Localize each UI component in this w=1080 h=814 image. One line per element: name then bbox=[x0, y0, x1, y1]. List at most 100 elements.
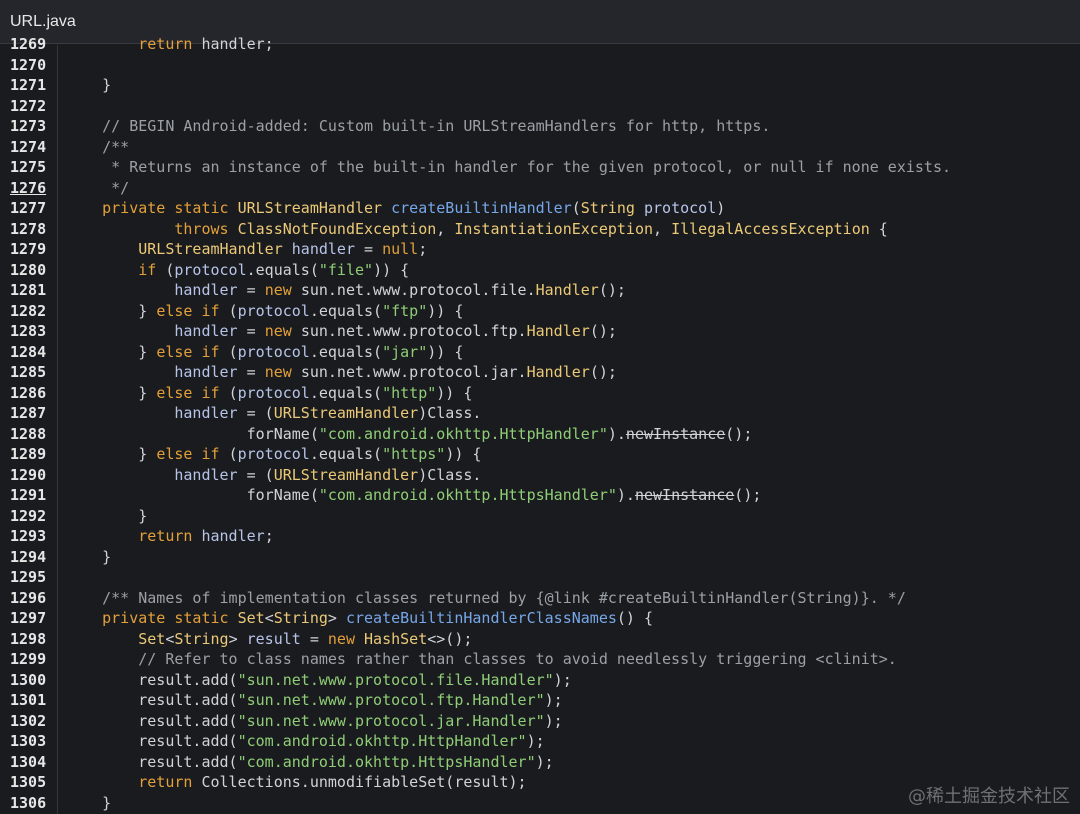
code-line[interactable]: 1291 forName("com.android.okhttp.HttpsHa… bbox=[0, 485, 1080, 506]
code-line[interactable]: 1292 } bbox=[0, 506, 1080, 527]
code-line[interactable]: 1300 result.add("sun.net.www.protocol.fi… bbox=[0, 670, 1080, 691]
code-line[interactable]: 1286 } else if (protocol.equals("http"))… bbox=[0, 383, 1080, 404]
code-line[interactable]: 1278 throws ClassNotFoundException, Inst… bbox=[0, 219, 1080, 240]
line-source: } bbox=[66, 793, 111, 814]
code-line[interactable]: 1297 private static Set<String> createBu… bbox=[0, 608, 1080, 629]
code-token-var: handler bbox=[66, 363, 238, 381]
line-number[interactable]: 1291 bbox=[10, 485, 50, 506]
code-token-plain: .equals( bbox=[309, 383, 383, 402]
code-line[interactable]: 1285 handler = new sun.net.www.protocol.… bbox=[0, 362, 1080, 383]
code-line[interactable]: 1294 } bbox=[0, 547, 1080, 568]
code-line[interactable]: 1275 * Returns an instance of the built-… bbox=[0, 157, 1080, 178]
line-number[interactable]: 1272 bbox=[10, 96, 50, 117]
code-line[interactable]: 1284 } else if (protocol.equals("jar")) … bbox=[0, 342, 1080, 363]
code-editor[interactable]: 1269 return handler; 1270 1271 } 1272 1273 /… bbox=[0, 34, 1080, 814]
line-source: result.add("sun.net.www.protocol.jar.Han… bbox=[66, 711, 562, 732]
line-number[interactable]: 1274 bbox=[10, 137, 50, 158]
line-number[interactable]: 1273 bbox=[10, 116, 50, 137]
line-source: result.add("sun.net.www.protocol.ftp.Han… bbox=[66, 690, 563, 711]
line-number[interactable]: 1306 bbox=[10, 793, 50, 814]
code-line[interactable]: 1273 // BEGIN Android-added: Custom buil… bbox=[0, 116, 1080, 137]
code-token-string: "sun.net.www.protocol.file.Handler" bbox=[237, 670, 554, 689]
code-line[interactable]: 1274 /** bbox=[0, 137, 1080, 158]
line-number[interactable]: 1276 bbox=[10, 178, 50, 199]
line-number[interactable]: 1296 bbox=[10, 588, 50, 609]
code-line[interactable]: 1295 bbox=[0, 567, 1080, 588]
code-token-keyword: return bbox=[66, 773, 202, 791]
line-number[interactable]: 1270 bbox=[10, 55, 50, 76]
line-source: handler = (URLStreamHandler)Class. bbox=[66, 403, 481, 424]
code-line[interactable]: 1279 URLStreamHandler handler = null; bbox=[0, 239, 1080, 260]
line-number[interactable]: 1305 bbox=[10, 772, 50, 793]
code-line[interactable]: 1276 */ bbox=[0, 178, 1080, 199]
code-token-keyword: else if bbox=[156, 301, 229, 320]
code-line[interactable]: 1283 handler = new sun.net.www.protocol.… bbox=[0, 321, 1080, 342]
code-line[interactable]: 1277 private static URLStreamHandler cre… bbox=[0, 198, 1080, 219]
code-line[interactable]: 1270 bbox=[0, 55, 1080, 76]
line-number[interactable]: 1302 bbox=[10, 711, 50, 732]
line-number[interactable]: 1289 bbox=[10, 444, 50, 465]
line-number[interactable]: 1304 bbox=[10, 752, 50, 773]
line-number[interactable]: 1282 bbox=[10, 301, 50, 322]
line-source: } bbox=[66, 506, 147, 527]
code-token-plain: .equals( bbox=[246, 260, 319, 279]
code-token-plain: result.add( bbox=[66, 752, 238, 771]
line-number[interactable]: 1277 bbox=[10, 198, 50, 219]
code-line[interactable]: 1287 handler = (URLStreamHandler)Class. bbox=[0, 403, 1080, 424]
line-number[interactable]: 1298 bbox=[10, 629, 50, 650]
code-line[interactable]: 1293 return handler; bbox=[0, 526, 1080, 547]
code-line[interactable]: 1281 handler = new sun.net.www.protocol.… bbox=[0, 280, 1080, 301]
code-line[interactable]: 1288 forName("com.android.okhttp.HttpHan… bbox=[0, 424, 1080, 445]
code-line[interactable]: 1272 bbox=[0, 96, 1080, 117]
code-line[interactable]: 1269 return handler; bbox=[0, 34, 1080, 55]
line-number[interactable]: 1287 bbox=[10, 403, 50, 424]
code-line[interactable]: 1302 result.add("sun.net.www.protocol.ja… bbox=[0, 711, 1080, 732]
line-number[interactable]: 1301 bbox=[10, 690, 50, 711]
line-number[interactable]: 1280 bbox=[10, 260, 50, 281]
file-tab-title[interactable]: URL.java bbox=[10, 13, 76, 31]
code-line[interactable]: 1290 handler = (URLStreamHandler)Class. bbox=[0, 465, 1080, 486]
code-line[interactable]: 1301 result.add("sun.net.www.protocol.ft… bbox=[0, 690, 1080, 711]
code-token-plain: Collections.unmodifiableSet(result); bbox=[201, 773, 527, 791]
line-number[interactable]: 1283 bbox=[10, 321, 50, 342]
line-number[interactable]: 1294 bbox=[10, 547, 50, 568]
line-number[interactable]: 1290 bbox=[10, 465, 50, 486]
code-token-plain: } bbox=[66, 547, 112, 566]
code-line[interactable]: 1296 /** Names of implementation classes… bbox=[0, 588, 1080, 609]
line-number[interactable]: 1284 bbox=[10, 342, 50, 363]
code-token-plain: sun.net.www.protocol.ftp. bbox=[300, 322, 527, 340]
code-line[interactable]: 1303 result.add("com.android.okhttp.Http… bbox=[0, 731, 1080, 752]
line-number[interactable]: 1281 bbox=[10, 280, 50, 301]
line-number[interactable]: 1279 bbox=[10, 239, 50, 260]
line-number[interactable]: 1299 bbox=[10, 649, 50, 670]
line-number[interactable]: 1275 bbox=[10, 157, 50, 178]
code-line[interactable]: 1289 } else if (protocol.equals("https")… bbox=[0, 444, 1080, 465]
line-number[interactable]: 1288 bbox=[10, 424, 50, 445]
line-source: URLStreamHandler handler = null; bbox=[66, 239, 427, 260]
code-line[interactable]: 1282 } else if (protocol.equals("ftp")) … bbox=[0, 301, 1080, 322]
line-number[interactable]: 1295 bbox=[10, 567, 50, 588]
code-line[interactable]: 1304 result.add("com.android.okhttp.Http… bbox=[0, 752, 1080, 773]
code-token-deprecated: newInstance bbox=[634, 486, 735, 504]
line-number[interactable]: 1286 bbox=[10, 383, 50, 404]
line-number[interactable]: 1303 bbox=[10, 731, 50, 752]
code-token-keyword: if bbox=[66, 260, 166, 279]
line-number[interactable]: 1271 bbox=[10, 75, 50, 96]
code-token-var: handler bbox=[66, 465, 238, 484]
line-number[interactable]: 1293 bbox=[10, 526, 50, 547]
code-token-var: protocol bbox=[237, 445, 310, 463]
code-token-plain: ); bbox=[544, 691, 563, 709]
line-source: // Refer to class names rather than clas… bbox=[66, 649, 897, 670]
code-line[interactable]: 1271 } bbox=[0, 75, 1080, 96]
code-line[interactable]: 1299 // Refer to class names rather than… bbox=[0, 649, 1080, 670]
line-number[interactable]: 1300 bbox=[10, 670, 50, 691]
line-number[interactable]: 1297 bbox=[10, 608, 50, 629]
code-token-keyword: else if bbox=[156, 383, 229, 402]
line-number[interactable]: 1285 bbox=[10, 362, 50, 383]
code-token-plain: result.add( bbox=[66, 691, 238, 709]
code-line[interactable]: 1298 Set<String> result = new HashSet<>(… bbox=[0, 629, 1080, 650]
line-number[interactable]: 1269 bbox=[10, 34, 50, 55]
line-number[interactable]: 1292 bbox=[10, 506, 50, 527]
line-number[interactable]: 1278 bbox=[10, 219, 50, 240]
code-line[interactable]: 1280 if (protocol.equals("file")) { bbox=[0, 260, 1080, 281]
